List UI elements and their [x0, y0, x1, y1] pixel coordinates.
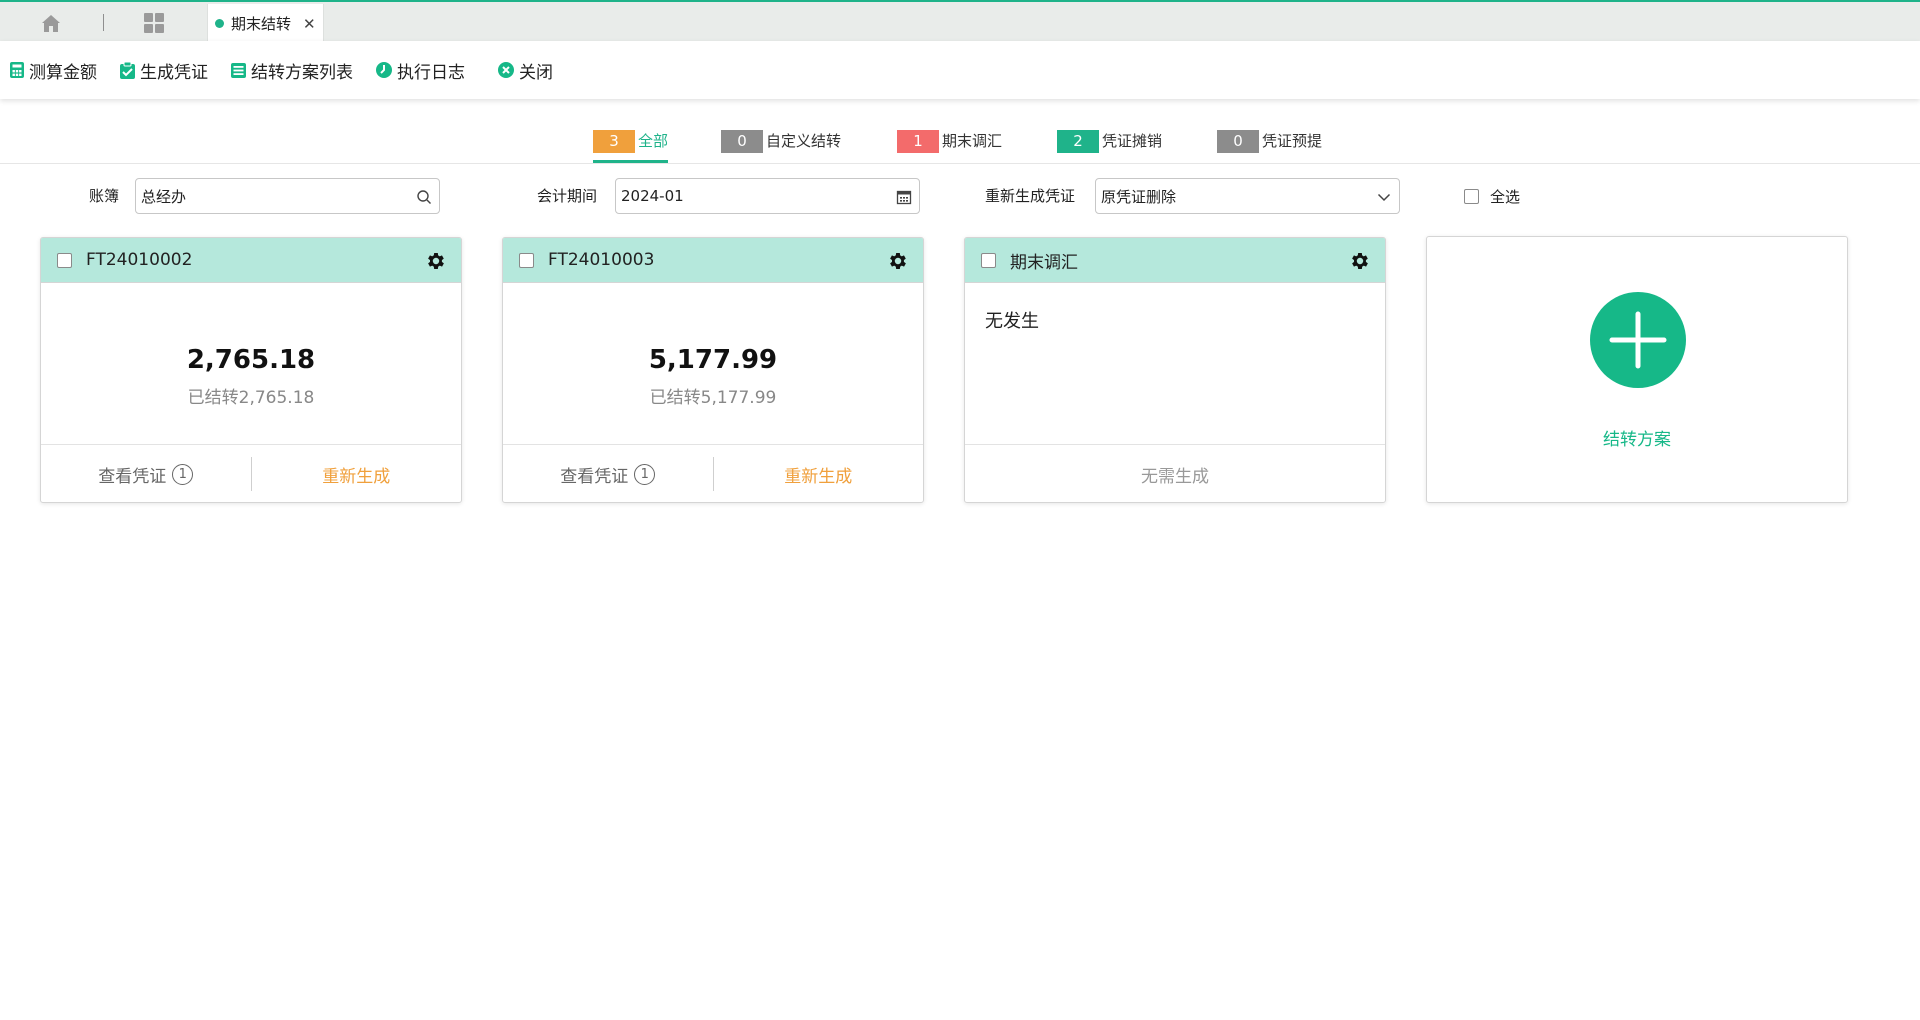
generate-voucher-button[interactable]: 生成凭证: [119, 58, 208, 83]
period-input[interactable]: 2024-01: [615, 178, 920, 214]
tab-period-end-closing[interactable]: 期末结转 ✕: [207, 4, 324, 43]
card-header: FT24010003: [503, 238, 923, 283]
regen-voucher-select[interactable]: 原凭证删除: [1095, 178, 1400, 214]
voucher-count-badge: 1: [634, 463, 656, 485]
tab-status-dot: [215, 19, 224, 28]
card-header: 期末调汇: [965, 238, 1385, 283]
card-body: 无发生: [965, 283, 1385, 445]
filter-tab-amortization-label: 凭证摊销: [1102, 132, 1163, 150]
select-all[interactable]: 全选: [1464, 186, 1520, 207]
card-checkbox[interactable]: [519, 252, 534, 268]
list-icon: [231, 62, 246, 78]
execution-log-label: 执行日志: [397, 62, 465, 83]
close-button[interactable]: 关闭: [497, 58, 553, 83]
select-all-label: 全选: [1490, 188, 1521, 206]
home-icon: [42, 14, 60, 32]
tab-close-icon[interactable]: ✕: [303, 15, 316, 33]
card-title: 期末调汇: [1010, 252, 1078, 273]
plan-list-label: 结转方案列表: [251, 62, 353, 83]
close-circle-icon: [498, 62, 514, 78]
filter-tab-all[interactable]: 3 全部: [593, 127, 669, 163]
calendar-icon[interactable]: [895, 188, 913, 206]
add-plan-label: 结转方案: [1603, 430, 1671, 450]
filter-tab-amortization[interactable]: 2 凭证摊销: [1057, 127, 1162, 163]
card-footer: 无需生成: [965, 445, 1385, 502]
card-checkbox[interactable]: [981, 252, 996, 268]
toolbar: 测算金额 生成凭证 结转方案列表 执行日志 关闭: [0, 41, 1920, 99]
calc-amount-label: 测算金额: [29, 62, 97, 83]
card-carried-amount: 已结转2,765.18: [187, 388, 315, 408]
regen-voucher-value: 原凭证删除: [1101, 187, 1177, 206]
clock-icon: [376, 62, 392, 78]
card-amount: 5,177.99: [648, 345, 778, 375]
period-value: 2024-01: [621, 187, 684, 205]
card-title: FT24010002: [86, 250, 193, 270]
view-voucher-button[interactable]: 查看凭证 1: [41, 462, 251, 487]
card-checkbox[interactable]: [57, 252, 72, 268]
calc-amount-button[interactable]: 测算金额: [9, 58, 97, 83]
view-voucher-label: 查看凭证: [560, 466, 629, 487]
regenerate-button[interactable]: 重新生成: [252, 462, 462, 487]
no-generation-needed: 无需生成: [1141, 466, 1209, 487]
calculator-icon: [10, 62, 24, 78]
filter-tab-accrual-label: 凭证预提: [1262, 132, 1323, 150]
filter-tab-exchange-label: 期末调汇: [942, 132, 1003, 150]
view-voucher-label: 查看凭证: [98, 466, 167, 487]
gear-icon[interactable]: [425, 250, 447, 272]
card-no-occurrence: 无发生: [985, 311, 1039, 332]
regenerate-button[interactable]: 重新生成: [714, 462, 924, 487]
regen-voucher-label: 重新生成凭证: [985, 187, 1076, 205]
search-icon[interactable]: [415, 188, 433, 206]
closing-card: FT24010002 2,765.18 已结转2,765.18 查看凭证 1 重…: [40, 237, 462, 503]
card-footer: 查看凭证 1 重新生成: [503, 445, 924, 502]
tab-separator: [103, 14, 104, 31]
chevron-down-icon[interactable]: [1375, 188, 1393, 206]
select-all-checkbox[interactable]: [1464, 189, 1479, 204]
grid-icon: [144, 13, 164, 33]
tab-label: 期末结转: [231, 15, 292, 33]
add-plan-card[interactable]: 结转方案: [1426, 236, 1848, 503]
filter-tab-amortization-count: 2: [1057, 130, 1099, 153]
card-title: FT24010003: [548, 250, 655, 270]
card-header: FT24010002: [41, 238, 461, 283]
home-tab[interactable]: [36, 11, 66, 35]
period-label: 会计期间: [537, 187, 598, 205]
execution-log-button[interactable]: 执行日志: [375, 58, 465, 83]
plus-icon[interactable]: [1590, 292, 1686, 388]
ledger-input[interactable]: 总经办: [135, 178, 440, 214]
filter-tab-accrual-count: 0: [1217, 130, 1259, 153]
view-voucher-button[interactable]: 查看凭证 1: [503, 462, 713, 487]
filter-tab-custom-count: 0: [721, 130, 763, 153]
tab-strip: 期末结转 ✕: [0, 0, 1920, 43]
apps-tab[interactable]: [139, 11, 169, 35]
card-amount: 2,765.18: [186, 345, 316, 375]
filter-tab-exchange[interactable]: 1 期末调汇: [897, 127, 1002, 163]
card-body: 2,765.18 已结转2,765.18: [41, 283, 461, 445]
filter-tab-custom[interactable]: 0 自定义结转: [721, 127, 841, 163]
filter-tab-exchange-count: 1: [897, 130, 939, 153]
card-footer: 查看凭证 1 重新生成: [41, 445, 462, 502]
closing-card: FT24010003 5,177.99 已结转5,177.99 查看凭证 1 重…: [502, 237, 924, 503]
card-carried-amount: 已结转5,177.99: [649, 388, 777, 408]
plan-list-button[interactable]: 结转方案列表: [230, 58, 353, 83]
clipboard-icon: [120, 61, 135, 79]
filter-tab-accrual[interactable]: 0 凭证预提: [1217, 127, 1322, 163]
ledger-value: 总经办: [141, 187, 187, 206]
gear-icon[interactable]: [1349, 250, 1371, 272]
ledger-label: 账簿: [89, 187, 120, 205]
filter-tab-all-count: 3: [593, 130, 635, 153]
closing-card: 期末调汇 无发生 无需生成: [964, 237, 1386, 503]
voucher-count-badge: 1: [172, 463, 194, 485]
gear-icon[interactable]: [887, 250, 909, 272]
filter-tab-all-label: 全部: [638, 132, 669, 150]
close-label: 关闭: [519, 62, 553, 83]
filter-tabs: 3 全部 0 自定义结转 1 期末调汇 2 凭证摊销 0 凭证预提: [0, 124, 1920, 164]
card-body: 5,177.99 已结转5,177.99: [503, 283, 923, 445]
filter-tab-custom-label: 自定义结转: [766, 132, 842, 150]
generate-voucher-label: 生成凭证: [140, 62, 208, 83]
